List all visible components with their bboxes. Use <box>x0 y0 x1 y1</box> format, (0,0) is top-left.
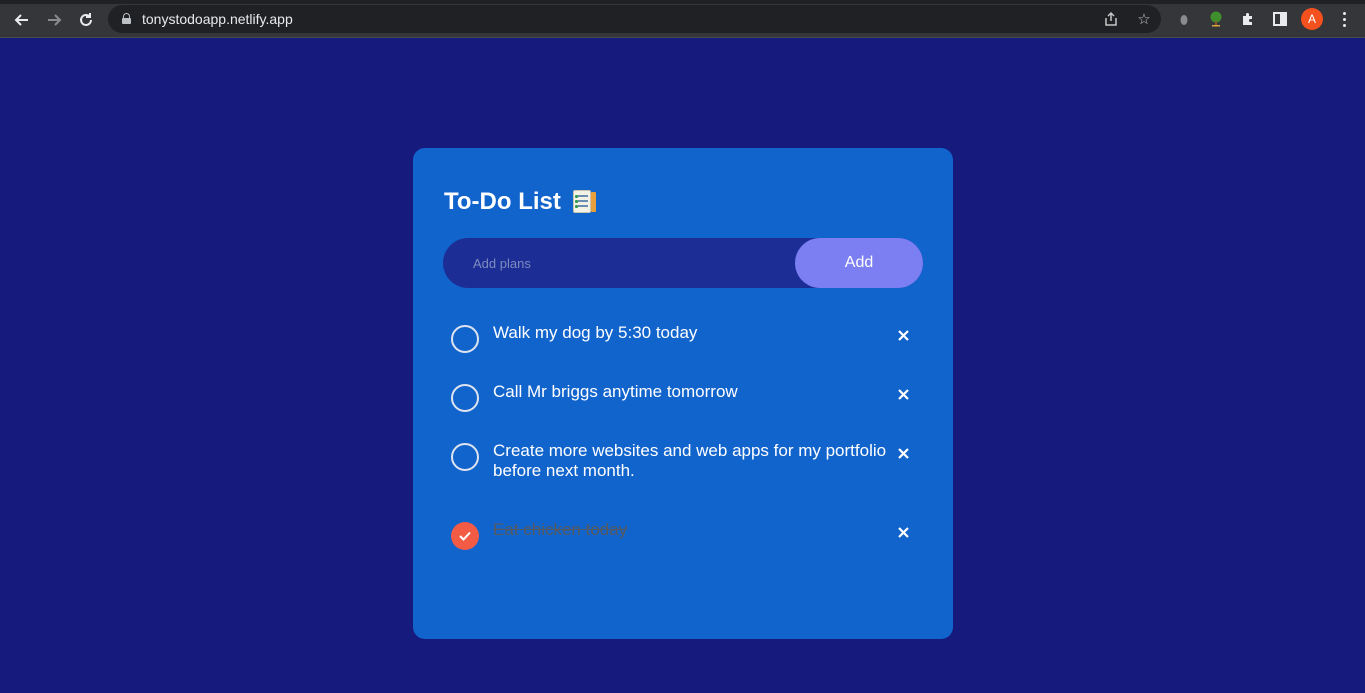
todo-text: Create more websites and web apps for my… <box>493 441 887 480</box>
side-panel-icon[interactable] <box>1270 9 1290 29</box>
forward-icon[interactable] <box>43 9 65 31</box>
avatar-letter: A <box>1307 12 1316 26</box>
todo-card: To-Do List Add Walk my dog by 5:30 today… <box>413 148 953 639</box>
tree-extension-icon[interactable] <box>1206 9 1226 29</box>
todo-text: Call Mr briggs anytime tomorrow <box>493 382 738 401</box>
todo-checkbox-checked[interactable] <box>451 522 479 550</box>
plan-input[interactable] <box>443 238 803 288</box>
todo-checkbox[interactable] <box>451 325 479 353</box>
delete-icon[interactable] <box>895 445 911 461</box>
address-bar[interactable]: tonystodoapp.netlify.app ☆ <box>108 5 1161 33</box>
todo-checkbox[interactable] <box>451 384 479 412</box>
title-text: To-Do List <box>444 188 561 215</box>
lock-icon[interactable] <box>122 13 131 24</box>
todo-text: Eat chicken today <box>493 520 628 539</box>
delete-icon[interactable] <box>895 327 911 343</box>
star-icon[interactable]: ☆ <box>1134 9 1154 29</box>
delete-icon[interactable] <box>895 524 911 540</box>
share-icon[interactable] <box>1101 9 1121 29</box>
todo-checkbox[interactable] <box>451 443 479 471</box>
check-icon <box>459 531 471 541</box>
puzzle-icon[interactable] <box>1238 9 1258 29</box>
back-icon[interactable] <box>11 9 33 31</box>
url-text[interactable]: tonystodoapp.netlify.app <box>142 11 293 27</box>
delete-icon[interactable] <box>895 386 911 402</box>
avatar[interactable]: A <box>1301 8 1323 30</box>
add-button[interactable]: Add <box>795 238 923 288</box>
extension-icon[interactable] <box>1174 9 1194 29</box>
todo-text: Walk my dog by 5:30 today <box>493 323 698 342</box>
menu-icon[interactable] <box>1338 9 1350 29</box>
tab-strip <box>0 0 1365 4</box>
reload-icon[interactable] <box>75 9 97 31</box>
browser-toolbar: tonystodoapp.netlify.app ☆ A <box>0 0 1365 38</box>
notepad-icon <box>571 189 597 215</box>
add-plan-form: Add <box>443 238 923 288</box>
page-title: To-Do List <box>444 188 597 216</box>
